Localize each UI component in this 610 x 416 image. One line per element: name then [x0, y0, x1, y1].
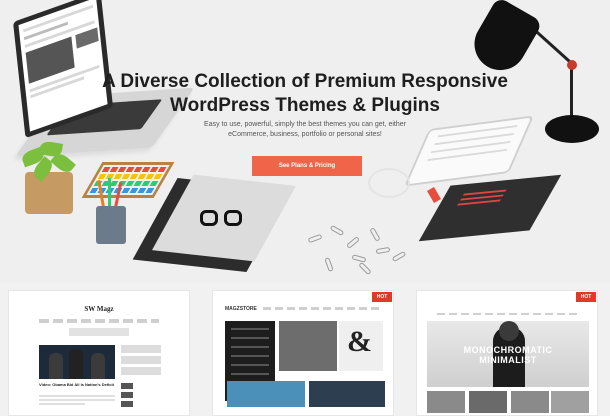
- earphones-icon: [368, 168, 410, 198]
- card-logo: MAGZSTORE: [225, 306, 257, 312]
- theme-card-3[interactable]: HOT MONOCHROMATIC MINIMALIST: [416, 290, 598, 416]
- card-ad: [69, 328, 129, 336]
- card-featured-image: [39, 345, 115, 379]
- theme-card-2[interactable]: HOT MAGZSTORE &: [212, 290, 394, 416]
- hot-badge: HOT: [576, 292, 596, 302]
- hero-subtitle-line-1: Easy to use, powerful, simply the best t…: [204, 121, 406, 128]
- hero-title: A Diverse Collection of Premium Responsi…: [0, 70, 610, 118]
- abacus-icon: [81, 162, 175, 198]
- card-image: [279, 321, 337, 371]
- hero-title-line-2: WordPress Themes & Plugins: [170, 95, 440, 116]
- card-logo: SW Magz: [84, 305, 114, 313]
- see-plans-button[interactable]: See Plans & Pricing: [252, 156, 362, 176]
- card-image: [227, 381, 305, 407]
- card-sidebar: [121, 345, 161, 378]
- plant-icon: [25, 172, 73, 214]
- notebook-icon: [418, 174, 562, 242]
- ampersand-graphic: &: [347, 325, 372, 358]
- hero-subtitle: Easy to use, powerful, simply the best t…: [0, 120, 610, 140]
- card-hero-image: MONOCHROMATIC MINIMALIST: [427, 321, 589, 387]
- glasses-icon: [200, 210, 244, 228]
- lamp-icon: [464, 0, 544, 80]
- card-headline: Video: Obama Bid All Is Nation's Deficit: [39, 382, 114, 387]
- card-menu: [39, 319, 159, 323]
- hot-badge: HOT: [372, 292, 392, 302]
- hero-banner: A Diverse Collection of Premium Responsi…: [0, 0, 610, 283]
- hero-subtitle-line-2: eCommerce, business, portfolio or person…: [228, 131, 382, 138]
- hero-title-line-1: A Diverse Collection of Premium Responsi…: [102, 71, 508, 92]
- card-image: [309, 381, 385, 407]
- theme-card-1[interactable]: SW Magz Video: Obama Bid All Is Nation's…: [8, 290, 190, 416]
- card-hero-text: MONOCHROMATIC MINIMALIST: [463, 345, 553, 365]
- pencil-cup-icon: [96, 206, 126, 244]
